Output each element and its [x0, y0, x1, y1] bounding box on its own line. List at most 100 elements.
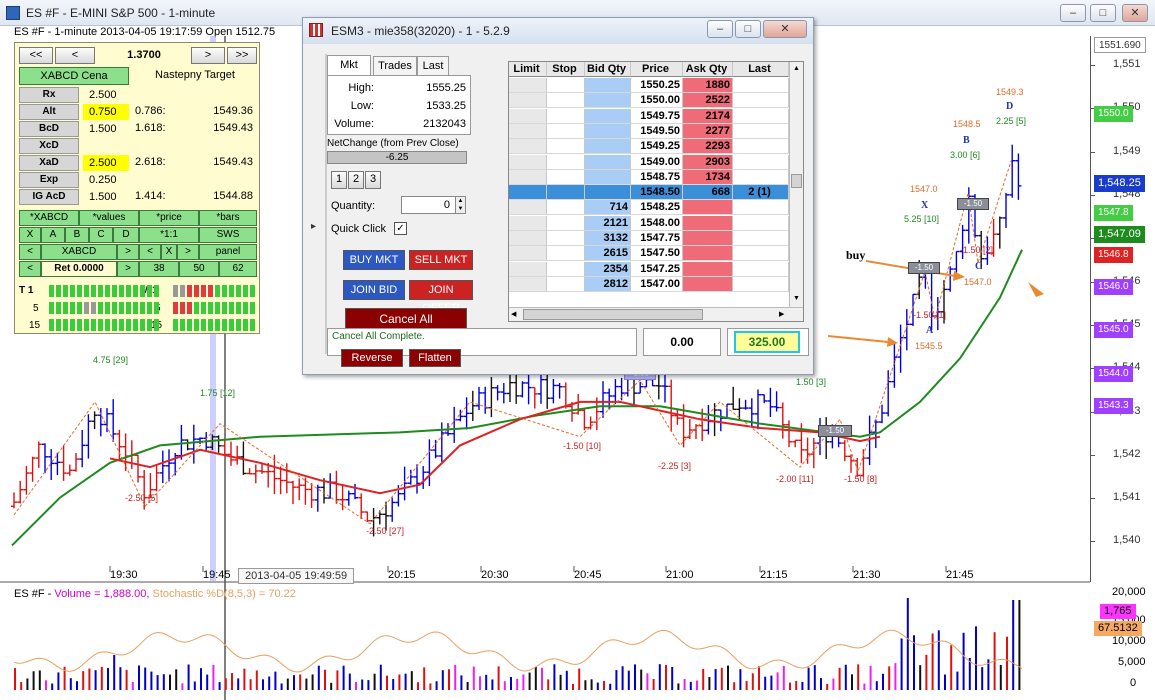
ladder-row[interactable]: 1548.75 1734 — [509, 169, 789, 185]
ladder-stop-cell[interactable] — [547, 276, 585, 292]
size-1-button[interactable]: 1 — [331, 171, 347, 189]
sws-button[interactable]: SWS — [199, 227, 257, 243]
ladder-ask-cell[interactable] — [683, 215, 733, 231]
xabcd-prev-button[interactable]: < — [19, 244, 41, 260]
ladder-row[interactable]: 2812 1547.00 — [509, 276, 789, 292]
ladder-limit-cell[interactable] — [509, 215, 547, 231]
ladder-limit-cell[interactable] — [509, 93, 547, 109]
ladder-row[interactable]: 3132 1547.75 — [509, 231, 789, 246]
ladder-limit-cell[interactable] — [509, 139, 547, 155]
expand-arrow-icon[interactable]: ▸ — [311, 221, 316, 232]
ret-prev-button[interactable]: < — [19, 261, 41, 277]
abcd-row-label[interactable]: IG AcD — [19, 189, 79, 205]
xabcd-next-button[interactable]: > — [117, 244, 139, 260]
ladder-limit-cell[interactable] — [509, 108, 547, 124]
ladder-ask-cell[interactable] — [683, 231, 733, 246]
reverse-button[interactable]: Reverse — [341, 349, 403, 367]
buy-mkt-button[interactable]: BUY MKT — [343, 250, 405, 270]
ladder-ask-cell[interactable]: 2174 — [683, 108, 733, 124]
ladder-ask-cell[interactable]: 668 — [683, 185, 733, 201]
ladder-limit-cell[interactable] — [509, 123, 547, 139]
ladder-stop-cell[interactable] — [547, 93, 585, 109]
ladder-row[interactable]: 1549.25 2293 — [509, 139, 789, 155]
ladder-row[interactable]: 2354 1547.25 — [509, 261, 789, 277]
ladder-ask-cell[interactable]: 2522 — [683, 93, 733, 109]
nav-next-button[interactable]: > — [191, 47, 225, 64]
ladder-bid-cell[interactable]: 2354 — [585, 261, 631, 277]
price-ladder[interactable]: Limit Stop Bid Qty Price Ask Qty Last 1550.25… — [508, 61, 804, 322]
ladder-stop-cell[interactable] — [547, 246, 585, 262]
ladder-row[interactable]: 2121 1548.00 — [509, 215, 789, 231]
ladder-hscrollbar[interactable]: ◀ ▶ — [509, 307, 803, 321]
ladder-bid-cell[interactable] — [585, 93, 631, 109]
abcd-row-label[interactable]: Alt — [19, 104, 79, 120]
ladder-stop-cell[interactable] — [547, 215, 585, 231]
ladder-ask-cell[interactable] — [683, 276, 733, 292]
ladder-limit-cell[interactable] — [509, 231, 547, 246]
point-x-button[interactable]: X — [19, 227, 41, 243]
ret-next-button[interactable]: > — [117, 261, 139, 277]
ladder-stop-cell[interactable] — [547, 169, 585, 185]
ladder-limit-cell[interactable] — [509, 154, 547, 170]
abcd-row-label[interactable]: Rx — [19, 87, 79, 103]
ladder-limit-cell[interactable] — [509, 200, 547, 216]
ret-38-button[interactable]: 38 — [139, 261, 179, 277]
ladder-stop-cell[interactable] — [547, 200, 585, 216]
ladder-limit-cell[interactable] — [509, 261, 547, 277]
ladder-ask-cell[interactable]: 2903 — [683, 154, 733, 170]
abcd-row-label[interactable]: Exp — [19, 172, 79, 188]
ladder-limit-cell[interactable] — [509, 246, 547, 262]
size-3-button[interactable]: 3 — [365, 171, 381, 189]
ladder-stop-cell[interactable] — [547, 231, 585, 246]
price-toggle-button[interactable]: *price — [139, 210, 199, 226]
ladder-row[interactable]: 1549.50 2277 — [509, 123, 789, 139]
ladder-ask-cell[interactable]: 2293 — [683, 139, 733, 155]
dialog-close-button[interactable]: ✕ — [763, 20, 807, 38]
ladder-bid-cell[interactable]: 2121 — [585, 215, 631, 231]
ladder-vscrollbar[interactable]: ▲ ▼ — [789, 62, 803, 307]
xabcd-toggle-button[interactable]: *XABCD — [19, 210, 79, 226]
ladder-row[interactable]: 1550.25 1880 — [509, 78, 789, 93]
quick-click-checkbox[interactable]: ✓ — [394, 222, 407, 235]
ladder-ask-cell[interactable] — [683, 200, 733, 216]
ladder-bid-cell[interactable] — [585, 185, 631, 201]
ladder-bid-cell[interactable] — [585, 123, 631, 139]
scroll-left-icon[interactable]: ◀ — [511, 308, 516, 321]
ladder-ask-cell[interactable]: 1734 — [683, 169, 733, 185]
point-a-button[interactable]: A — [41, 227, 65, 243]
size-2-button[interactable]: 2 — [348, 171, 364, 189]
dialog-maximize-button[interactable]: □ — [735, 20, 761, 38]
close-button[interactable]: ✕ — [1122, 4, 1148, 22]
quantity-stepper[interactable]: ▲ ▼ — [455, 196, 466, 214]
ladder-ask-cell[interactable] — [683, 261, 733, 277]
minimize-button[interactable]: – — [1060, 4, 1086, 22]
point-c-button[interactable]: C — [89, 227, 113, 243]
ladder-bid-cell[interactable] — [585, 139, 631, 155]
x-next-button[interactable]: > — [177, 244, 199, 260]
bars-toggle-button[interactable]: *bars — [199, 210, 257, 226]
ladder-stop-cell[interactable] — [547, 108, 585, 124]
dialog-minimize-button[interactable]: – — [707, 20, 733, 38]
ladder-stop-cell[interactable] — [547, 123, 585, 139]
ladder-bid-cell[interactable] — [585, 154, 631, 170]
ladder-bid-cell[interactable]: 3132 — [585, 231, 631, 246]
ret-62-button[interactable]: 62 — [219, 261, 257, 277]
ladder-bid-cell[interactable] — [585, 108, 631, 124]
ladder-stop-cell[interactable] — [547, 185, 585, 201]
nav-first-button[interactable]: << — [19, 47, 53, 64]
ladder-stop-cell[interactable] — [547, 139, 585, 155]
ladder-ask-cell[interactable] — [683, 246, 733, 262]
ladder-limit-cell[interactable] — [509, 78, 547, 93]
tab-trades[interactable]: Trades — [373, 56, 417, 76]
abcd-row-label[interactable]: XaD — [19, 155, 79, 171]
tab-last[interactable]: Last — [417, 56, 449, 76]
tab-mkt[interactable]: Mkt — [327, 55, 371, 76]
ladder-hscroll-thumb[interactable] — [523, 309, 703, 320]
one-to-one-button[interactable]: *1:1 — [139, 227, 199, 243]
values-toggle-button[interactable]: *values — [79, 210, 139, 226]
ladder-stop-cell[interactable] — [547, 261, 585, 277]
ladder-bid-cell[interactable] — [585, 169, 631, 185]
ladder-bid-cell[interactable]: 714 — [585, 200, 631, 216]
ladder-row[interactable]: 1549.00 2903 — [509, 154, 789, 170]
point-b-button[interactable]: B — [65, 227, 89, 243]
